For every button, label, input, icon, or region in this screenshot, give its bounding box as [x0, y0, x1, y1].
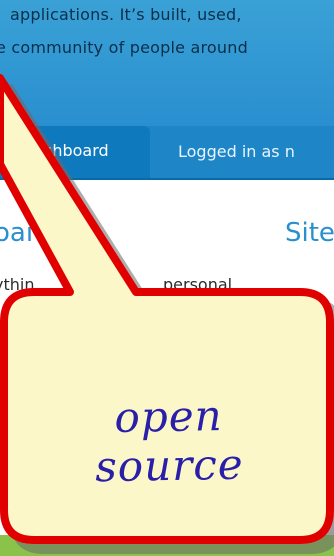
right-edge-panel	[318, 330, 334, 556]
left-section-text-fragment: ythin	[0, 275, 35, 294]
hero-banner: applications. It’s built, used, e commun…	[0, 0, 334, 126]
tab-dashboard-label: shboard	[44, 141, 109, 160]
callout-text: open source	[94, 391, 245, 492]
tab-dashboard[interactable]: shboard	[0, 126, 150, 178]
right-section-heading: Site	[285, 218, 334, 248]
left-section-heading: oai	[0, 218, 34, 248]
main-content: oai Site ythin personal	[0, 180, 334, 556]
left-section-text-fragment-2: personal	[163, 275, 233, 294]
hero-text-line-2: e community of people around	[0, 38, 248, 57]
bottom-green-strip	[0, 535, 334, 556]
hero-text-line-1: applications. It’s built, used,	[10, 5, 242, 24]
logged-in-status: Logged in as n	[178, 142, 295, 161]
